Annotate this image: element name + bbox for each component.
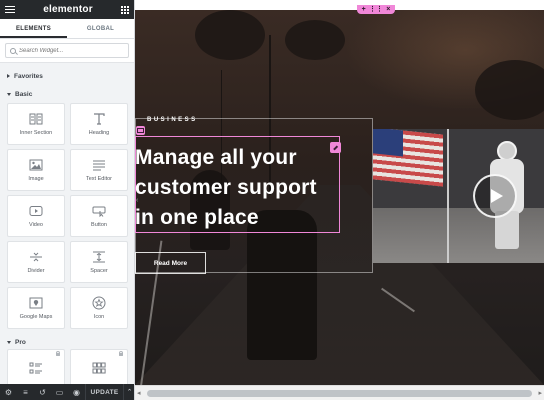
widget-text-editor[interactable]: Text Editor xyxy=(70,149,128,191)
lock-icon xyxy=(56,351,60,356)
spacer-icon xyxy=(92,251,106,263)
tab-global[interactable]: GLOBAL xyxy=(67,19,134,38)
horizontal-scrollbar[interactable]: ◂ ▸ xyxy=(135,385,544,400)
widget-label: Divider xyxy=(27,267,45,274)
widget-label: Video xyxy=(29,221,43,228)
widget-google-maps[interactable]: Google Maps xyxy=(7,287,65,329)
search-icon xyxy=(10,47,16,54)
column-handle[interactable] xyxy=(136,126,145,135)
text-editor-icon xyxy=(92,159,106,171)
play-button-icon[interactable] xyxy=(473,174,517,218)
widget-spacer[interactable]: Spacer xyxy=(70,241,128,283)
chevron-left-icon[interactable]: ‹ xyxy=(136,197,138,204)
inner-section-icon xyxy=(29,113,43,125)
widget-button[interactable]: Button xyxy=(70,195,128,237)
settings-gear-icon[interactable]: ⚙ xyxy=(0,384,17,400)
pro-label: Pro xyxy=(15,338,26,346)
search-box xyxy=(5,43,129,58)
widget-label: Button xyxy=(91,221,107,228)
panel-header: elementor xyxy=(0,0,134,19)
scroll-left-arrow-icon[interactable]: ◂ xyxy=(137,389,141,397)
scrollbar-thumb[interactable] xyxy=(147,390,532,397)
basic-label: Basic xyxy=(15,90,33,98)
lock-icon xyxy=(119,351,123,356)
widget-label: Google Maps xyxy=(19,313,53,320)
widget-icon[interactable]: Icon xyxy=(70,287,128,329)
favorites-label: Favorites xyxy=(14,72,43,80)
widget-label: Heading xyxy=(88,129,110,136)
star-icon xyxy=(92,296,106,309)
basic-widgets-grid: Inner Section Heading Image Text Editor … xyxy=(0,103,134,329)
divider-icon xyxy=(29,251,43,263)
widget-label: Image xyxy=(28,175,44,182)
video-icon xyxy=(29,205,43,217)
image-icon xyxy=(29,159,43,171)
drag-section-icon[interactable]: ⋮⋮ xyxy=(369,5,383,14)
widget-label: Inner Section xyxy=(19,129,53,136)
palm-tree-silhouette xyxy=(475,60,544,120)
palm-tree-silhouette xyxy=(285,20,345,60)
hero-heading: Manage all your customer support in one … xyxy=(135,146,317,229)
caret-down-icon xyxy=(7,92,11,96)
widget-heading[interactable]: Heading xyxy=(70,103,128,145)
editor-canvas: + ⋮⋮ × BUSINESS Manage all your customer… xyxy=(135,0,544,400)
video-widget[interactable] xyxy=(373,129,544,263)
scroll-right-arrow-icon[interactable]: ▸ xyxy=(538,389,542,397)
favorites-section-toggle[interactable]: Favorites xyxy=(0,66,134,86)
canvas-top-strip xyxy=(135,0,544,10)
widget-label: Spacer xyxy=(90,267,108,274)
search-widget-input[interactable] xyxy=(19,47,119,54)
posts-icon xyxy=(29,362,43,374)
panel-tabs: ELEMENTS GLOBAL xyxy=(0,19,134,39)
navigator-layers-icon[interactable]: ≡ xyxy=(17,384,34,400)
delete-section-icon[interactable]: × xyxy=(386,5,390,14)
heading-icon xyxy=(92,112,106,125)
history-icon[interactable]: ↺ xyxy=(34,384,51,400)
widget-label: Icon xyxy=(93,313,105,320)
edit-pencil-icon[interactable] xyxy=(330,142,341,153)
responsive-mode-icon[interactable]: ▭ xyxy=(51,384,68,400)
caret-right-icon xyxy=(7,74,10,78)
chevron-up-icon[interactable]: ⌃ xyxy=(123,384,134,400)
tab-elements[interactable]: ELEMENTS xyxy=(0,19,67,38)
read-more-button[interactable]: Read More xyxy=(135,252,206,274)
widget-inner-section[interactable]: Inner Section xyxy=(7,103,65,145)
preview-eye-icon[interactable]: ◉ xyxy=(68,384,85,400)
add-section-icon[interactable]: + xyxy=(362,5,366,14)
basic-section-toggle[interactable]: Basic xyxy=(0,86,134,102)
widget-panel: elementor ELEMENTS GLOBAL Favorites Basi… xyxy=(0,0,135,400)
widget-video[interactable]: Video xyxy=(7,195,65,237)
pro-section-toggle[interactable]: Pro xyxy=(0,335,134,349)
menu-icon[interactable] xyxy=(5,6,15,13)
eyebrow-text: BUSINESS xyxy=(147,117,198,123)
google-maps-icon xyxy=(29,297,43,309)
panel-footer: ⚙ ≡ ↺ ▭ ◉ UPDATE ⌃ xyxy=(0,384,134,400)
widget-divider[interactable]: Divider xyxy=(7,241,65,283)
caret-down-icon xyxy=(7,340,11,344)
search-container xyxy=(0,39,134,63)
section-handle[interactable]: + ⋮⋮ × xyxy=(357,5,395,14)
widget-label: Text Editor xyxy=(86,175,112,182)
palm-tree-silhouette xyxy=(195,10,265,60)
widget-image[interactable]: Image xyxy=(7,149,65,191)
elementor-editor: elementor ELEMENTS GLOBAL Favorites Basi… xyxy=(0,0,544,400)
update-button[interactable]: UPDATE xyxy=(85,384,123,400)
flag-shape xyxy=(373,129,443,187)
portfolio-icon xyxy=(92,362,106,374)
apps-grid-icon[interactable] xyxy=(121,5,129,14)
button-icon xyxy=(92,205,106,217)
elementor-logo: elementor xyxy=(43,4,93,15)
flagpole-shape xyxy=(447,129,449,263)
